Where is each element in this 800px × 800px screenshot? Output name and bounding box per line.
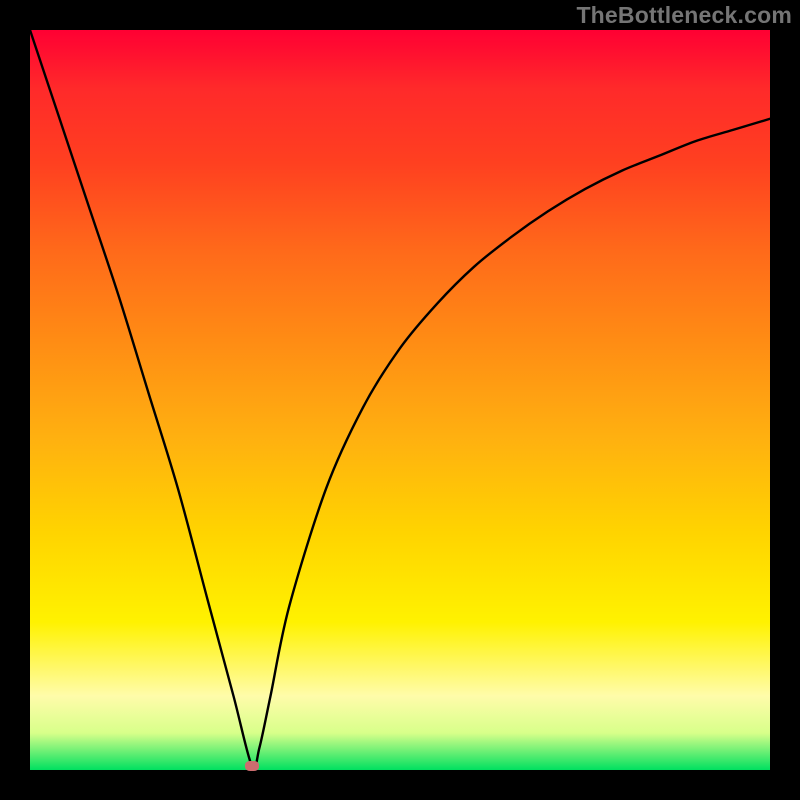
watermark-text: TheBottleneck.com (576, 2, 792, 29)
bottleneck-curve (30, 30, 770, 769)
plot-area (30, 30, 770, 770)
curve-svg (30, 30, 770, 770)
minimum-marker (245, 761, 259, 771)
bottleneck-chart: TheBottleneck.com (0, 0, 800, 800)
